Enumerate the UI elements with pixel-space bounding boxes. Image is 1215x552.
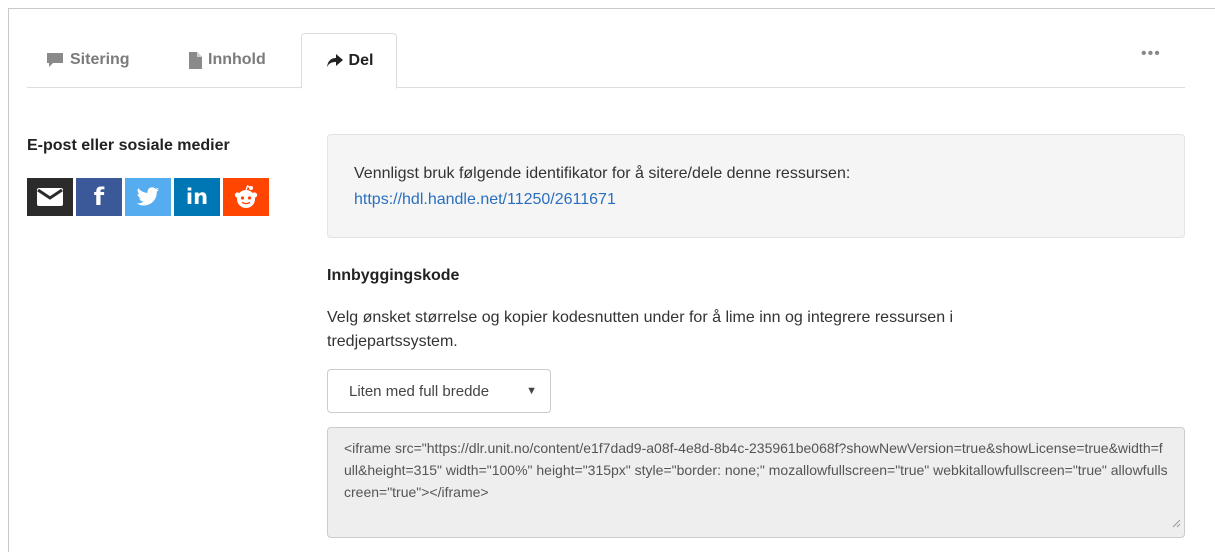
comment-icon	[46, 52, 64, 68]
tab-label: Sitering	[70, 51, 130, 68]
share-heading: E-post eller sosiale medier	[27, 137, 230, 154]
envelope-icon	[37, 188, 63, 206]
reddit-share-button[interactable]	[223, 178, 269, 216]
resize-grip-icon[interactable]	[1172, 512, 1181, 534]
size-select[interactable]: Liten med full bredde ▼	[327, 369, 551, 413]
tab-innhold[interactable]: Innhold	[188, 33, 266, 87]
tab-sitering[interactable]: Sitering	[46, 33, 130, 87]
size-select-value: Liten med full bredde	[349, 382, 490, 400]
reddit-icon	[234, 185, 258, 208]
embed-heading: Innbyggingskode	[327, 267, 460, 284]
tab-del[interactable]: Del	[301, 33, 397, 89]
identifier-box: Vennligst bruk følgende identifikator fo…	[327, 134, 1185, 238]
embed-code-text: <iframe src="https://dlr.unit.no/content…	[344, 440, 1168, 500]
twitter-share-button[interactable]	[125, 178, 171, 216]
tab-label: Innhold	[208, 51, 266, 68]
embed-description: Velg ønsket størrelse og kopier kodesnut…	[327, 309, 954, 350]
caret-down-icon: ▼	[526, 385, 537, 397]
facebook-icon: f	[93, 183, 105, 211]
tab-bar: Sitering Innhold Del	[27, 33, 1185, 89]
twitter-icon	[136, 187, 159, 206]
linkedin-share-button[interactable]: in	[174, 178, 220, 216]
handle-link[interactable]: https://hdl.handle.net/11250/2611671	[354, 191, 616, 209]
share-arrow-icon	[325, 54, 343, 68]
tab-label: Del	[348, 52, 374, 69]
linkedin-icon: in	[185, 185, 209, 209]
more-options-button[interactable]: •••	[1141, 46, 1161, 62]
identifier-instruction: Vennligst bruk følgende identifikator fo…	[354, 165, 851, 182]
file-icon	[188, 51, 202, 69]
facebook-share-button[interactable]: f	[76, 178, 122, 216]
social-buttons: f in	[27, 178, 269, 216]
embed-code-textarea[interactable]: <iframe src="https://dlr.unit.no/content…	[327, 427, 1185, 538]
email-share-button[interactable]	[27, 178, 73, 216]
